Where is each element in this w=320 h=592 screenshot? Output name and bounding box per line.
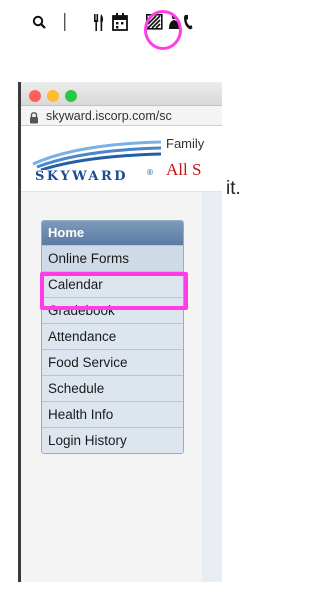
minimize-window-button[interactable] (47, 90, 59, 102)
caption-text: it. (226, 178, 241, 199)
highlight-circle (144, 10, 182, 50)
browser-titlebar (21, 82, 222, 106)
url-text: skyward.iscorp.com/sc (46, 109, 172, 123)
phone-icon[interactable] (182, 10, 194, 34)
lock-icon (29, 110, 39, 125)
food-icon[interactable] (92, 10, 106, 34)
nav-item-home[interactable]: Home (42, 221, 183, 245)
nav-item-schedule[interactable]: Schedule (42, 375, 183, 401)
nav-item-attendance[interactable]: Attendance (42, 323, 183, 349)
district-name: All S (166, 160, 202, 179)
online-forms-highlight (40, 272, 188, 310)
nav-item-online-forms[interactable]: Online Forms (42, 245, 183, 271)
page-header: SKYWARD ® Family All S (21, 126, 222, 192)
calendar-icon[interactable] (111, 10, 129, 34)
toolbar-separator (63, 10, 67, 34)
nav-item-food-service[interactable]: Food Service (42, 349, 183, 375)
main-navigation: Home Online Forms Calendar Gradebook Att… (41, 220, 184, 454)
search-icon[interactable] (30, 10, 48, 34)
family-access-title: Family (166, 136, 205, 151)
skyward-logo: SKYWARD ® (29, 134, 165, 188)
close-window-button[interactable] (29, 90, 41, 102)
address-bar[interactable]: skyward.iscorp.com/sc (21, 106, 222, 126)
web-page: SKYWARD ® Family All S Home Online Forms… (21, 126, 222, 582)
top-icon-toolbar (0, 10, 258, 50)
browser-window: skyward.iscorp.com/sc SKYWARD ® Family A… (18, 82, 222, 582)
content-area (202, 192, 222, 582)
logo-wordmark: SKYWARD (35, 169, 129, 184)
logo-swoosh-icon (32, 140, 162, 170)
nav-item-health-info[interactable]: Health Info (42, 401, 183, 427)
nav-item-login-history[interactable]: Login History (42, 427, 183, 453)
zoom-window-button[interactable] (65, 90, 77, 102)
registered-mark: ® (147, 168, 153, 177)
